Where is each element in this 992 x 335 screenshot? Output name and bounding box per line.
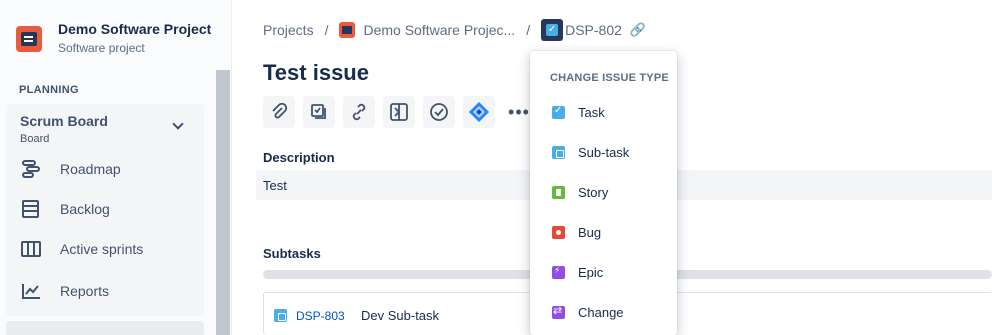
option-label: Sub-task — [578, 144, 630, 160]
project-avatar — [16, 26, 42, 52]
sidebar-item-label: Roadmap — [60, 161, 121, 177]
description-label: Description — [263, 150, 335, 165]
attach-icon — [272, 103, 288, 119]
issue-title[interactable]: Test issue — [263, 60, 369, 86]
issue-type-option-change[interactable]: Change — [552, 302, 624, 322]
sidebar-item-backlog[interactable]: Backlog — [20, 197, 110, 221]
bug-icon — [552, 225, 565, 239]
sidebar-item-label: Active sprints — [60, 241, 144, 257]
option-label: Story — [578, 184, 609, 200]
chevron-down-icon[interactable] — [172, 118, 184, 130]
attach-button[interactable] — [263, 96, 295, 128]
sidebar-item-reports[interactable]: Reports — [20, 279, 109, 303]
description-text[interactable]: Test — [263, 178, 287, 193]
issue-type-option-bug[interactable]: Bug — [552, 222, 601, 242]
checklist-button[interactable] — [423, 96, 455, 128]
board-subtitle: Board — [20, 133, 50, 145]
sidebar-scrollbar[interactable] — [216, 70, 230, 335]
planning-section-label: PLANNING — [19, 84, 79, 96]
roadmap-icon — [22, 160, 40, 178]
subtask-summary[interactable]: Dev Sub-task — [361, 308, 439, 323]
breadcrumb-separator: / — [324, 22, 329, 38]
link-icon — [352, 103, 366, 121]
option-label: Epic — [578, 264, 604, 280]
link-icon[interactable]: 🔗 — [630, 22, 646, 38]
add-child-icon — [311, 104, 326, 119]
issue-toolbar: ••• — [263, 96, 543, 128]
sidebar-item-next[interactable] — [6, 321, 204, 335]
story-icon — [552, 185, 565, 199]
task-icon: ✓ — [546, 24, 559, 36]
issue-type-option-task[interactable]: Task — [552, 102, 605, 122]
option-label: Task — [578, 104, 605, 120]
breadcrumb-separator: / — [526, 22, 531, 38]
issue-type-option-story[interactable]: Story — [552, 182, 608, 202]
chart-icon — [22, 284, 40, 299]
breadcrumb-issue-key[interactable]: DSP-802 — [565, 22, 622, 38]
change-icon — [552, 304, 565, 319]
subtask-icon — [274, 309, 287, 322]
sidebar-item-roadmap[interactable]: Roadmap — [20, 157, 121, 181]
board-title: Scrum Board — [20, 113, 108, 129]
sidebar-item-label: Backlog — [60, 201, 110, 217]
breadcrumb: Projects / Demo Software Projec... / ✓ D… — [263, 19, 646, 41]
epic-icon — [552, 265, 565, 279]
breadcrumb-project-link[interactable]: Demo Software Projec... — [363, 22, 515, 38]
option-label: Change — [578, 304, 624, 320]
task-icon — [552, 105, 565, 119]
confluence-icon — [390, 103, 408, 121]
subtask-icon — [552, 145, 565, 159]
confluence-button[interactable] — [383, 96, 415, 128]
project-header[interactable]: Demo Software Project Software project — [16, 20, 211, 55]
link-issue-button[interactable] — [343, 96, 375, 128]
breadcrumb-projects-link[interactable]: Projects — [263, 22, 314, 38]
project-name: Demo Software Project — [58, 21, 212, 37]
issue-type-button[interactable]: ✓ — [541, 19, 564, 41]
backlog-icon — [22, 200, 39, 218]
sidebar-item-active-sprints[interactable]: Active sprints — [20, 237, 143, 261]
option-label: Bug — [578, 224, 602, 240]
board-columns-icon — [21, 241, 41, 257]
sidebar-item-label: Reports — [60, 283, 110, 299]
subtask-key-link[interactable]: DSP-803 — [296, 309, 345, 323]
change-issue-type-dropdown: CHANGE ISSUE TYPE Task Sub-task Story Bu… — [530, 51, 677, 335]
app-button[interactable] — [463, 96, 495, 128]
app-icon — [469, 102, 489, 122]
dropdown-header: CHANGE ISSUE TYPE — [550, 72, 669, 84]
issue-type-option-epic[interactable]: Epic — [552, 262, 603, 282]
subtasks-label: Subtasks — [263, 246, 321, 261]
project-type: Software project — [58, 41, 145, 55]
sidebar: Demo Software Project Software project P… — [0, 0, 232, 335]
checklist-icon — [430, 103, 448, 121]
issue-type-option-subtask[interactable]: Sub-task — [552, 142, 629, 162]
add-child-button[interactable] — [303, 96, 335, 128]
project-avatar-icon — [339, 22, 356, 38]
